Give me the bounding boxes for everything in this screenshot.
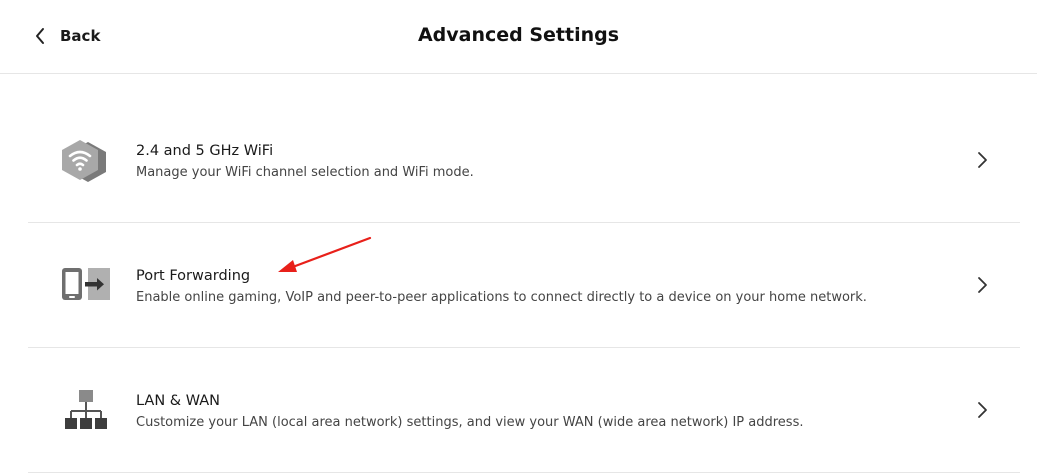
settings-list: 2.4 and 5 GHz WiFi Manage your WiFi chan… xyxy=(28,98,1020,473)
chevron-right-icon xyxy=(978,152,987,168)
settings-item-lan-wan[interactable]: LAN & WAN Customize your LAN (local area… xyxy=(28,348,1020,473)
wifi-hexagon-icon xyxy=(58,136,114,184)
chevron-right-icon xyxy=(978,402,987,418)
top-bar: Back Advanced Settings xyxy=(0,0,1037,74)
chevron-right-icon xyxy=(978,277,987,293)
network-tree-icon xyxy=(58,386,114,434)
settings-item-title: LAN & WAN xyxy=(136,393,221,409)
settings-item-description: Customize your LAN (local area network) … xyxy=(136,415,804,430)
page-title: Advanced Settings xyxy=(417,24,620,46)
settings-item-description: Manage your WiFi channel selection and W… xyxy=(136,165,474,180)
settings-item-port-forwarding[interactable]: Port Forwarding Enable online gaming, Vo… xyxy=(28,223,1020,348)
settings-item-description: Enable online gaming, VoIP and peer-to-p… xyxy=(136,290,867,305)
port-forwarding-icon xyxy=(58,261,114,309)
settings-item-title: 2.4 and 5 GHz WiFi xyxy=(136,143,274,159)
settings-item-title: Port Forwarding xyxy=(136,268,251,284)
settings-item-wifi[interactable]: 2.4 and 5 GHz WiFi Manage your WiFi chan… xyxy=(28,98,1020,223)
